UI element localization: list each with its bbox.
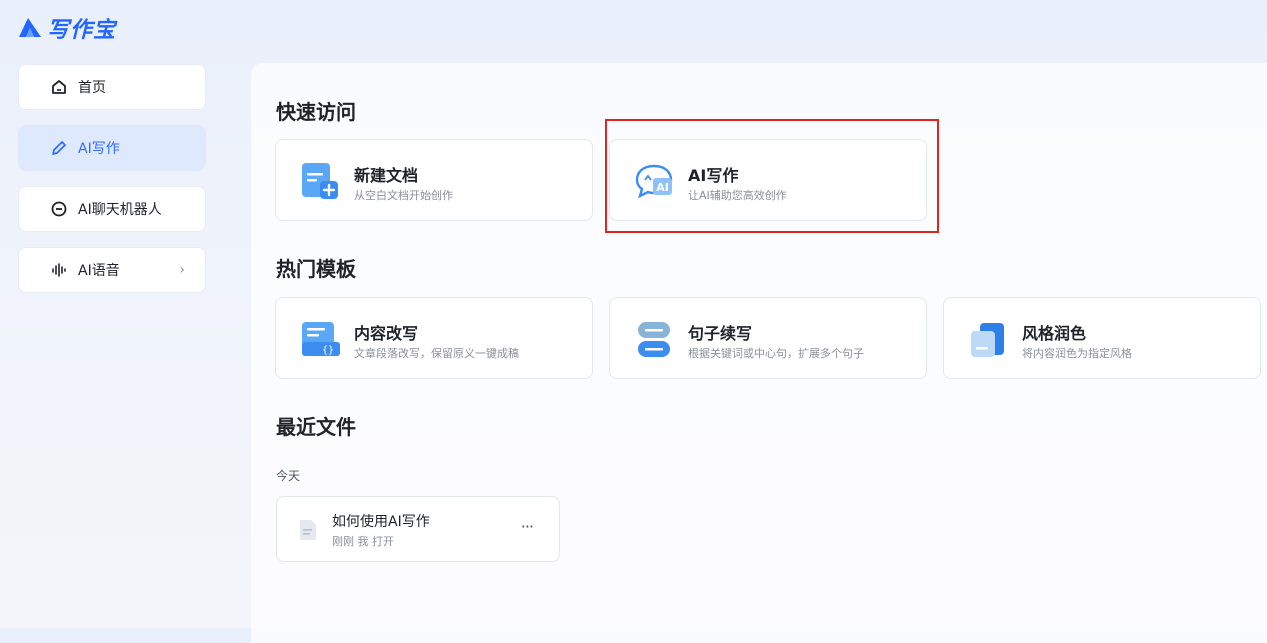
home-icon <box>50 78 68 96</box>
card-title: 内容改写 <box>354 324 419 343</box>
card-title: 句子续写 <box>688 324 753 343</box>
card-title: AI写作 <box>688 166 739 185</box>
sidebar: 首页 AI写作 AI聊天机器人 AI语音 › <box>18 64 206 308</box>
app-logo: 写作宝 <box>17 12 116 44</box>
sidebar-item-home[interactable]: 首页 <box>18 64 206 110</box>
file-name: 如何使用AI写作 <box>332 514 430 530</box>
chat-bubble-icon <box>50 200 68 218</box>
sidebar-item-ai-chatbot[interactable]: AI聊天机器人 <box>18 186 206 232</box>
card-description: 将内容润色为指定风格 <box>1022 347 1132 360</box>
sidebar-item-label: 首页 <box>78 80 106 96</box>
pen-icon <box>50 139 68 157</box>
card-description: 让AI辅助您高效创作 <box>688 189 787 202</box>
card-title: 新建文档 <box>354 166 419 185</box>
style-polish-icon <box>971 323 1004 357</box>
sidebar-item-ai-writing[interactable]: AI写作 <box>18 125 206 171</box>
template-card-rewrite[interactable]: {} 内容改写 文章段落改写，保留原义一键成稿 <box>275 297 593 379</box>
main-panel: 快速访问 新建文档 从空白文档开始创作 AI AI写作 让AI辅助您高效创作 热… <box>251 63 1267 643</box>
new-document-card[interactable]: 新建文档 从空白文档开始创作 <box>275 139 593 221</box>
sidebar-item-label: AI写作 <box>78 141 120 157</box>
template-card-continue[interactable]: 句子续写 根据关键词或中心句，扩展多个句子 <box>609 297 927 379</box>
ai-chat-icon: AI <box>635 164 673 199</box>
card-title: 风格润色 <box>1022 324 1087 343</box>
document-icon <box>300 520 316 540</box>
new-document-icon <box>302 163 338 199</box>
ai-writing-card[interactable]: AI AI写作 让AI辅助您高效创作 <box>609 139 927 221</box>
file-meta: 刚刚 我 打开 <box>332 535 394 548</box>
recent-file-item[interactable]: 如何使用AI写作 刚刚 我 打开 ··· <box>276 496 560 562</box>
soundwave-icon <box>50 261 68 279</box>
card-description: 从空白文档开始创作 <box>354 189 453 202</box>
sidebar-item-label: AI聊天机器人 <box>78 202 162 218</box>
sidebar-item-ai-voice[interactable]: AI语音 › <box>18 247 206 293</box>
svg-text:{}: {} <box>322 345 334 356</box>
card-description: 文章段落改写，保留原义一键成稿 <box>354 347 519 360</box>
date-group-label: 今天 <box>276 469 301 483</box>
more-options-button[interactable]: ··· <box>521 517 534 536</box>
chevron-right-icon: › <box>179 262 185 278</box>
svg-text:AI: AI <box>656 181 669 194</box>
continue-writing-icon <box>638 322 670 357</box>
rewrite-icon: {} <box>302 322 340 356</box>
templates-title: 热门模板 <box>276 257 356 281</box>
sidebar-item-label: AI语音 <box>78 263 120 279</box>
recent-files-title: 最近文件 <box>276 415 356 439</box>
card-description: 根据关键词或中心句，扩展多个句子 <box>688 347 864 360</box>
logo-icon <box>19 18 41 37</box>
template-card-style[interactable]: 风格润色 将内容润色为指定风格 <box>943 297 1261 379</box>
quick-access-title: 快速访问 <box>276 100 356 124</box>
app-name: 写作宝 <box>47 18 117 43</box>
